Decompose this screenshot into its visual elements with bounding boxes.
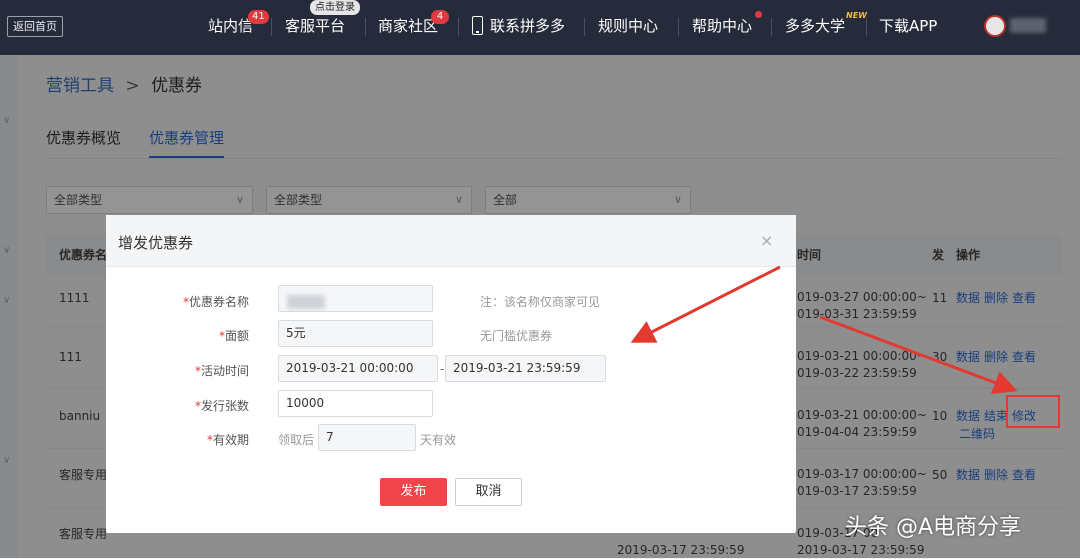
login-tip-badge[interactable]: 点击登录 [310, 0, 360, 15]
validity-prefix: 领取后 [278, 433, 315, 447]
cancel-button[interactable]: 取消 [455, 478, 522, 506]
close-icon[interactable]: × [760, 231, 773, 250]
nav-divider [584, 18, 585, 36]
nav-divider [771, 18, 772, 36]
validity-days-field[interactable]: 7 [318, 424, 416, 451]
validity-suffix: 天有效 [420, 433, 457, 447]
nav-divider [866, 18, 867, 36]
nav-item-duoduo-university[interactable]: 多多大学 [785, 15, 845, 36]
messages-count-badge: 41 [248, 10, 269, 24]
phone-icon [472, 16, 483, 35]
notification-dot [755, 11, 762, 18]
time-range-separator: - [440, 362, 445, 376]
back-home-button[interactable]: 返回首页 [7, 16, 63, 37]
watermark: 头条 @A电商分享 [845, 515, 1022, 540]
nav-divider [271, 18, 272, 36]
coupon-name-hint: 注：该名称仅商家可见 [480, 295, 601, 309]
nav-divider [458, 18, 459, 36]
nav-item-merchant-community[interactable]: 商家社区 [378, 15, 438, 36]
dialog-header: 增发优惠券 × [106, 215, 796, 267]
issue-count-input[interactable]: 10000 [278, 390, 433, 417]
issue-count-label: *发行张数 [194, 399, 249, 413]
edit-highlight-annotation [1006, 395, 1060, 428]
validity-label: *有效期 [206, 433, 249, 447]
amount-label: *面额 [218, 329, 249, 343]
nav-item-download-app[interactable]: 下载APP [879, 15, 937, 36]
new-tag: NEW [846, 11, 867, 20]
nav-item-help-center[interactable]: 帮助中心 [692, 15, 752, 36]
amount-hint: 无门槛优惠券 [480, 329, 553, 343]
avatar[interactable] [984, 15, 1006, 37]
coupon-name-label: *优惠券名称 [182, 295, 249, 309]
nav-divider [678, 18, 679, 36]
activity-time-label: *活动时间 [194, 364, 249, 378]
amount-field[interactable]: 5元 [278, 320, 433, 347]
issue-coupon-dialog: 增发优惠券 × *优惠券名称 注：该名称仅商家可见 *面额 5元 无门槛优惠券 … [106, 215, 796, 533]
dialog-title: 增发优惠券 [118, 234, 194, 252]
nav-item-contact-pdd[interactable]: 联系拼多多 [490, 15, 565, 36]
username-blurred[interactable] [1010, 18, 1046, 33]
top-navigation-bar: 返回首页 站内信 41 点击登录 客服平台 商家社区 4 联系拼多多 规则中心 … [0, 0, 1080, 55]
publish-button[interactable]: 发布 [380, 478, 447, 506]
nav-item-rules-center[interactable]: 规则中心 [598, 15, 658, 36]
coupon-name-blurred [287, 295, 325, 309]
start-time-field[interactable]: 2019-03-21 00:00:00 [278, 355, 438, 382]
nav-item-messages[interactable]: 站内信 [208, 15, 253, 36]
nav-divider [365, 18, 366, 36]
nav-item-customer-service[interactable]: 客服平台 [285, 15, 345, 36]
end-time-field[interactable]: 2019-03-21 23:59:59 [445, 355, 606, 382]
community-count-badge: 4 [431, 10, 449, 24]
